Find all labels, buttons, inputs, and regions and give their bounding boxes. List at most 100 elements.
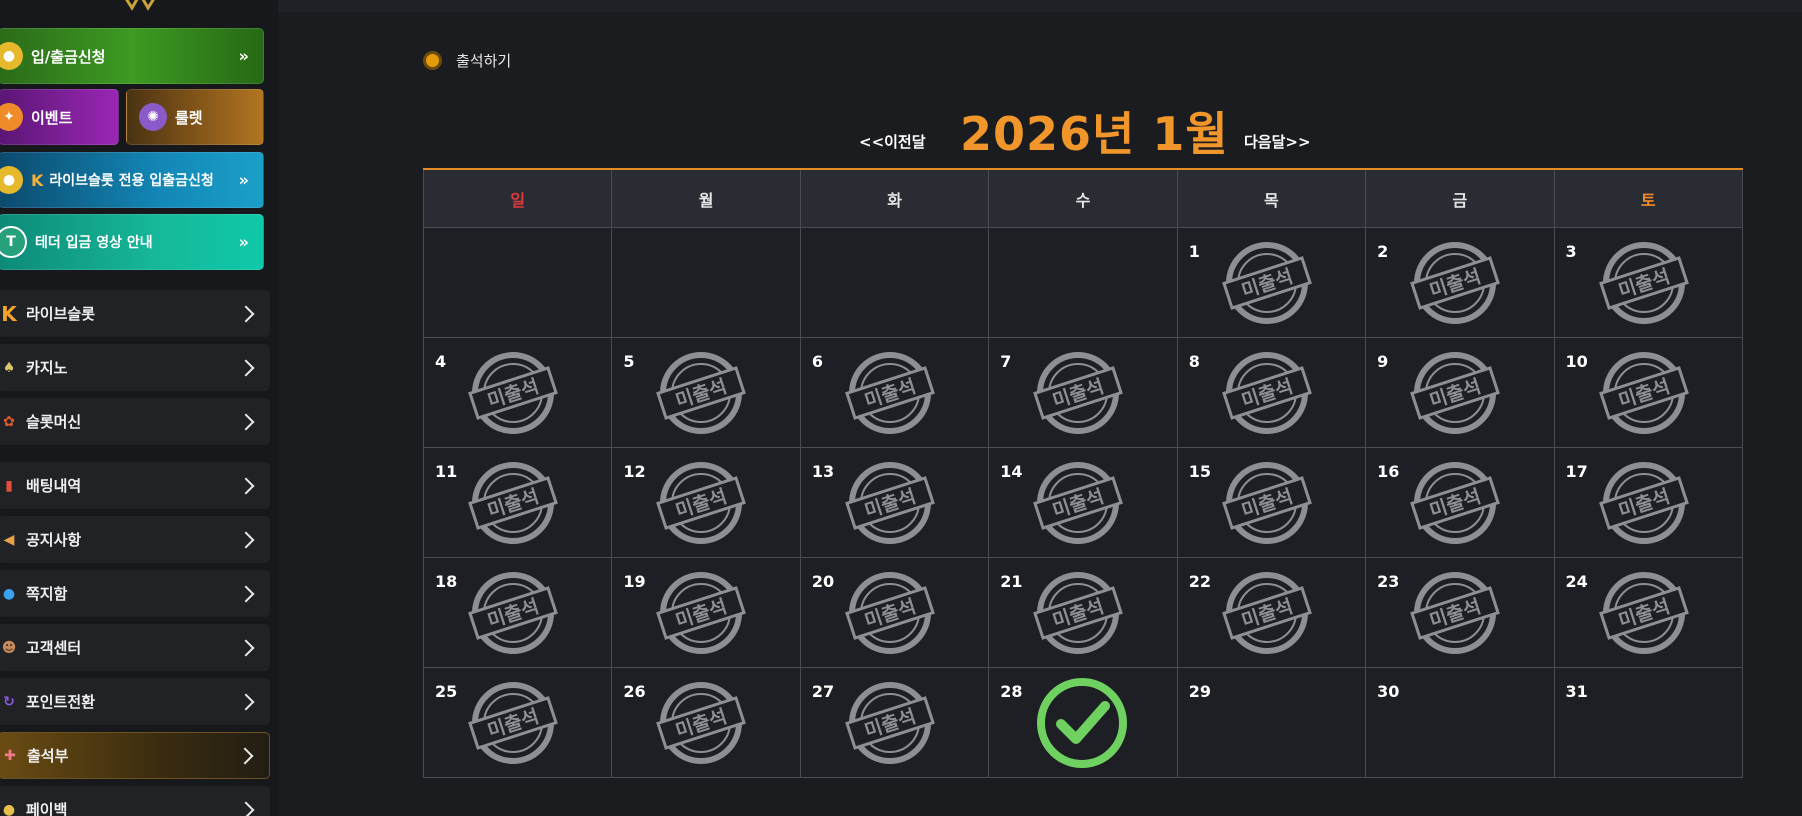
absent-stamp-icon: 미출석	[1598, 462, 1689, 544]
calendar-day-cell	[799, 227, 990, 338]
day-number: 24	[1565, 572, 1588, 591]
calendar-day-cell: 17 미출석	[1553, 447, 1744, 558]
calendar-day-cell: 21 미출석	[988, 557, 1178, 668]
gift-icon: ✚	[4, 747, 16, 764]
day-number: 15	[1188, 462, 1211, 481]
prev-month-link[interactable]: <<이전달	[859, 131, 926, 152]
chevron-right-icon	[237, 359, 255, 376]
absent-stamp-icon: 미출석	[844, 572, 935, 654]
day-number: 29	[1188, 682, 1211, 701]
sidebar-item-slot[interactable]: ✿ 슬롯머신	[0, 398, 270, 445]
sidebar-item-betting-history[interactable]: ▮ 배팅내역	[0, 462, 270, 509]
sidebar-item-casino[interactable]: ♠ 카지노	[0, 344, 270, 391]
calendar-day-cell: 13 미출석	[799, 447, 990, 558]
chevron-right-icon	[237, 413, 255, 430]
absent-stamp-icon: 미출석	[1033, 462, 1124, 544]
day-number: 30	[1377, 682, 1400, 701]
attendance-calendar: 일 월 화 수 목 금 토 1 미출석 2 미출석 3 미출석 4 미출석 5 미출석 6 미출석 7 미…	[422, 168, 1744, 778]
roulette-button[interactable]: ✺ 룰렛	[126, 89, 264, 145]
sidebar-item-messages[interactable]: ● 쪽지함	[0, 570, 270, 617]
day-number: 10	[1565, 352, 1588, 371]
day-number: 6	[811, 352, 823, 371]
weekday-header: 금	[1365, 168, 1555, 228]
calendar-day-cell: 31	[1553, 667, 1744, 778]
sidebar-item-label: 페이백	[26, 801, 68, 816]
double-chevron-icon: »	[238, 232, 249, 252]
calendar-day-cell: 20 미출석	[799, 557, 990, 668]
chevron-right-icon	[236, 747, 254, 764]
day-number: 31	[1565, 682, 1588, 701]
day-number: 2	[1377, 242, 1389, 261]
day-number: 3	[1565, 242, 1577, 261]
absent-stamp-icon: 미출석	[656, 572, 747, 654]
sidebar-item-label: 포인트전환	[26, 693, 96, 711]
exchange-icon: ↻	[3, 693, 15, 710]
tether-guide-label: 테더 입금 영상 안내	[35, 235, 153, 251]
sidebar-item-point-exchange[interactable]: ↻ 포인트전환	[0, 678, 270, 725]
absent-stamp-icon: 미출석	[844, 682, 935, 764]
calendar-day-cell: 29	[1176, 667, 1367, 778]
day-number: 12	[623, 462, 646, 481]
day-number: 21	[1000, 572, 1023, 591]
day-number: 5	[623, 352, 635, 371]
sidebar-item-label: 쪽지함	[26, 585, 68, 603]
day-number: 27	[811, 682, 835, 701]
sidebar-item-label: 카지노	[26, 359, 68, 377]
sidebar-item-label: 라이브슬롯	[26, 305, 96, 323]
top-bar	[278, 0, 1802, 12]
chevron-right-icon	[237, 305, 255, 322]
event-button[interactable]: ✦ 이벤트	[0, 89, 119, 145]
double-chevron-icon: »	[238, 46, 249, 66]
calendar-day-cell: 14 미출석	[988, 447, 1178, 558]
absent-stamp-icon: 미출석	[1598, 572, 1689, 654]
absent-stamp-icon: 미출석	[844, 462, 935, 544]
calendar-day-cell: 4 미출석	[422, 337, 613, 448]
day-number: 8	[1188, 352, 1200, 371]
absent-stamp-icon: 미출석	[656, 462, 747, 544]
chevron-right-icon	[237, 477, 255, 494]
day-number: 22	[1188, 572, 1211, 591]
day-number: 9	[1377, 352, 1389, 371]
sidebar-item-notice[interactable]: ◀ 공지사항	[0, 516, 270, 563]
sidebar-item-label: 출석부	[27, 747, 69, 765]
absent-stamp-icon: 미출석	[1598, 242, 1689, 324]
sidebar-item-payback[interactable]: ● 페이백	[0, 786, 270, 816]
day-number: 16	[1377, 462, 1400, 481]
weekday-header: 목	[1176, 168, 1367, 228]
sidebar-item-attendance[interactable]: ✚ 출석부	[0, 732, 270, 779]
weekday-header: 수	[988, 168, 1178, 228]
sidebar-item-live-slot[interactable]: K 라이브슬롯	[0, 290, 270, 337]
deposit-withdraw-label: 입/출금신청	[31, 47, 106, 66]
sidebar-item-support[interactable]: ☻ 고객센터	[0, 624, 270, 671]
absent-stamp-icon: 미출석	[1410, 352, 1501, 434]
absent-stamp-icon: 미출석	[1221, 352, 1312, 434]
day-number: 20	[811, 572, 835, 591]
coins-icon: ●	[0, 42, 23, 70]
day-number: 28	[1000, 682, 1023, 701]
month-title: 2026년 1월	[960, 107, 1229, 161]
day-number: 14	[1000, 462, 1023, 481]
calendar-day-cell: 24 미출석	[1553, 557, 1744, 668]
sidebar-item-label: 공지사항	[26, 531, 82, 549]
day-number: 19	[623, 572, 646, 591]
calendar-day-cell: 9 미출석	[1365, 337, 1555, 448]
calendar-day-cell: 28	[988, 667, 1178, 778]
calendar-body: 1 미출석 2 미출석 3 미출석 4 미출석 5 미출석 6 미출석 7 미출석 8 미출석 9 미출석 10 미출…	[422, 227, 1744, 778]
deposit-withdraw-button[interactable]: ● 입/출금신청 »	[0, 28, 264, 84]
absent-stamp-icon: 미출석	[468, 462, 558, 544]
chevron-right-icon	[237, 693, 255, 710]
chevron-right-icon	[237, 585, 255, 602]
calendar-day-cell	[422, 227, 613, 338]
day-number: 23	[1377, 572, 1400, 591]
event-label: 이벤트	[31, 108, 73, 127]
tether-guide-button[interactable]: T 테더 입금 영상 안내 »	[0, 214, 264, 270]
support-icon: ☻	[1, 639, 17, 656]
live-slot-deposit-button[interactable]: ● K 라이브슬롯 전용 입출금신청 »	[0, 152, 264, 208]
absent-stamp-icon: 미출석	[1221, 572, 1312, 654]
calendar-day-cell: 12 미출석	[611, 447, 801, 558]
next-month-link[interactable]: 다음달>>	[1244, 131, 1311, 152]
calendar-day-cell: 3 미출석	[1553, 227, 1744, 338]
gift-icon: ✦	[0, 103, 23, 131]
attendance-action[interactable]: 출석하기	[423, 50, 511, 71]
live-slot-deposit-label: 라이브슬롯 전용 입출금신청	[49, 173, 214, 189]
